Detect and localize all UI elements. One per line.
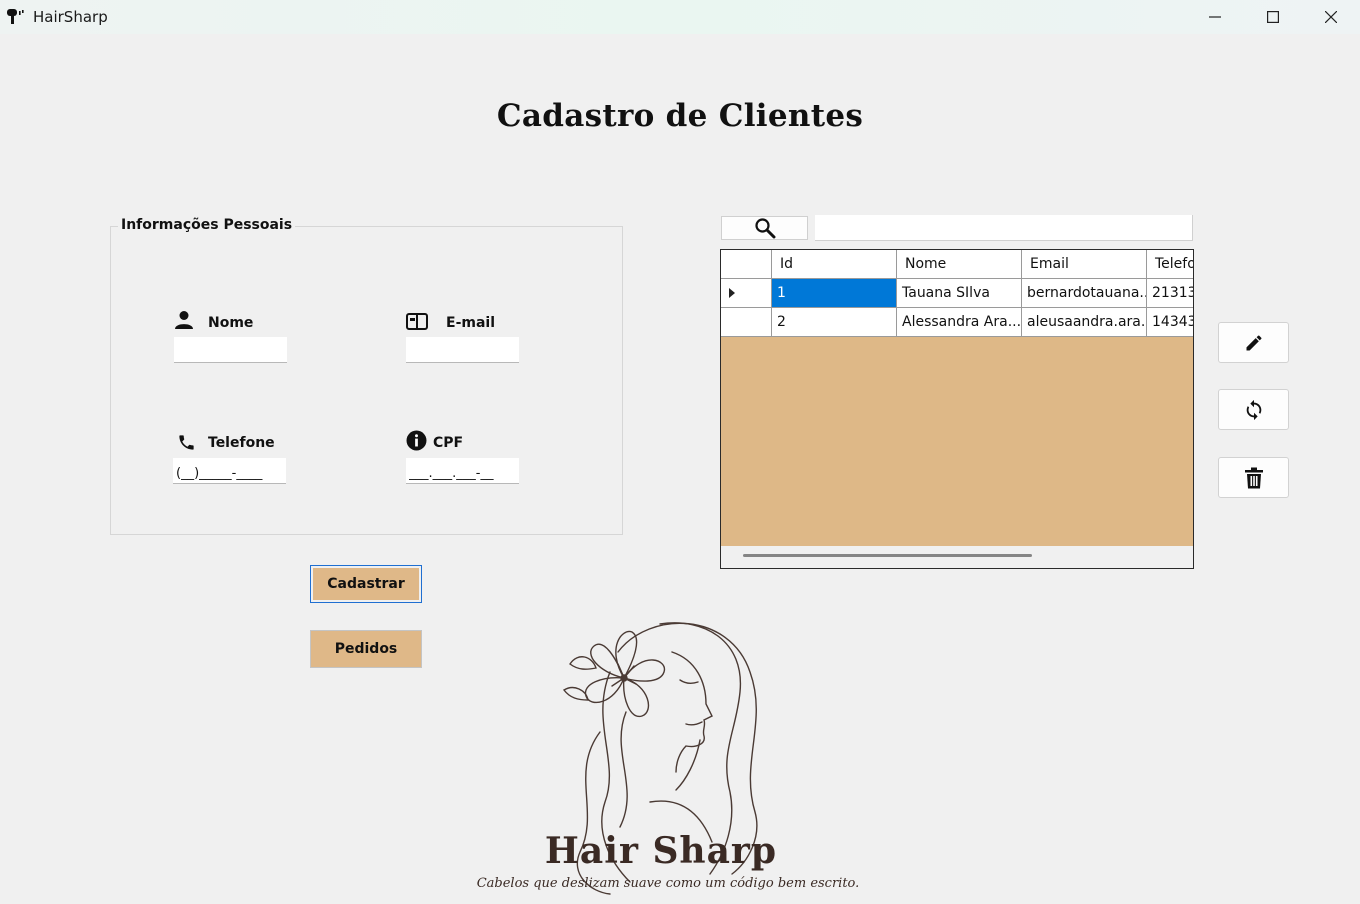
cell-id[interactable]: 2	[772, 308, 897, 337]
horizontal-scrollbar[interactable]	[721, 546, 1193, 568]
nome-input[interactable]	[174, 337, 287, 363]
brand-name: Hair Sharp	[544, 830, 778, 872]
clients-table[interactable]: Id Nome Email Telefone 1 Tauana SIlva be…	[720, 249, 1194, 569]
cell-telefone[interactable]: 21313599	[1147, 279, 1193, 308]
maximize-icon	[1267, 11, 1279, 23]
close-button[interactable]	[1302, 0, 1360, 34]
trash-icon	[1244, 467, 1263, 488]
minimize-icon	[1209, 16, 1221, 18]
telefone-input[interactable]	[173, 458, 286, 484]
hairdryer-icon	[7, 9, 24, 24]
row-selector[interactable]	[721, 279, 772, 308]
edit-button[interactable]	[1218, 322, 1289, 363]
window-title: HairSharp	[33, 8, 108, 26]
cpf-input[interactable]	[406, 458, 519, 484]
pedidos-button[interactable]: Pedidos	[310, 630, 422, 668]
table-body: Id Nome Email Telefone 1 Tauana SIlva be…	[721, 250, 1193, 546]
minimize-button[interactable]	[1186, 0, 1244, 34]
scrollbar-thumb[interactable]	[743, 554, 1032, 557]
row-pointer-icon	[729, 288, 735, 298]
email-label: E-mail	[446, 315, 496, 331]
refresh-icon	[1246, 399, 1261, 420]
table-header: Id Nome Email Telefone	[721, 250, 1193, 279]
cadastrar-label: Cadastrar	[327, 576, 405, 592]
search-button[interactable]	[721, 216, 808, 240]
delete-button[interactable]	[1218, 457, 1289, 498]
group-title: Informações Pessoais	[118, 217, 296, 233]
personal-info-group	[110, 226, 623, 535]
cell-email[interactable]: aleusaandra.ara...	[1022, 308, 1147, 337]
table-row[interactable]: 2 Alessandra Ara... aleusaandra.ara... 1…	[721, 308, 1193, 337]
close-icon	[1325, 11, 1337, 23]
title-bar: HairSharp	[0, 0, 1360, 34]
column-header-email[interactable]: Email	[1022, 250, 1147, 279]
search-input[interactable]	[815, 215, 1193, 241]
pedidos-label: Pedidos	[334, 641, 398, 657]
cell-id[interactable]: 1	[772, 279, 897, 308]
phone-icon	[179, 435, 194, 450]
cell-telefone[interactable]: 14343299	[1147, 308, 1193, 337]
table-row[interactable]: 1 Tauana SIlva bernardotauana... 2131359…	[721, 279, 1193, 308]
brand-tagline: Cabelos que deslizam suave como um códig…	[476, 876, 860, 891]
page-title: Cadastro de Clientes	[496, 98, 864, 134]
email-input[interactable]	[406, 337, 519, 363]
column-header-telefone[interactable]: Telefone	[1147, 250, 1193, 279]
person-icon	[175, 311, 193, 329]
cell-email[interactable]: bernardotauana...	[1022, 279, 1147, 308]
mailbox-icon	[406, 313, 428, 330]
cell-nome[interactable]: Alessandra Ara...	[897, 308, 1022, 337]
maximize-button[interactable]	[1244, 0, 1302, 34]
refresh-button[interactable]	[1218, 389, 1289, 430]
info-icon	[406, 430, 427, 451]
row-header-corner	[721, 250, 772, 279]
cpf-label: CPF	[433, 435, 464, 451]
column-header-nome[interactable]: Nome	[897, 250, 1022, 279]
cadastrar-button[interactable]: Cadastrar	[310, 565, 422, 603]
pencil-icon	[1246, 334, 1261, 350]
column-header-id[interactable]: Id	[772, 250, 897, 279]
search-icon	[754, 218, 775, 239]
row-selector[interactable]	[721, 308, 772, 337]
cell-nome[interactable]: Tauana SIlva	[897, 279, 1022, 308]
nome-label: Nome	[208, 315, 254, 331]
telefone-label: Telefone	[208, 435, 275, 451]
